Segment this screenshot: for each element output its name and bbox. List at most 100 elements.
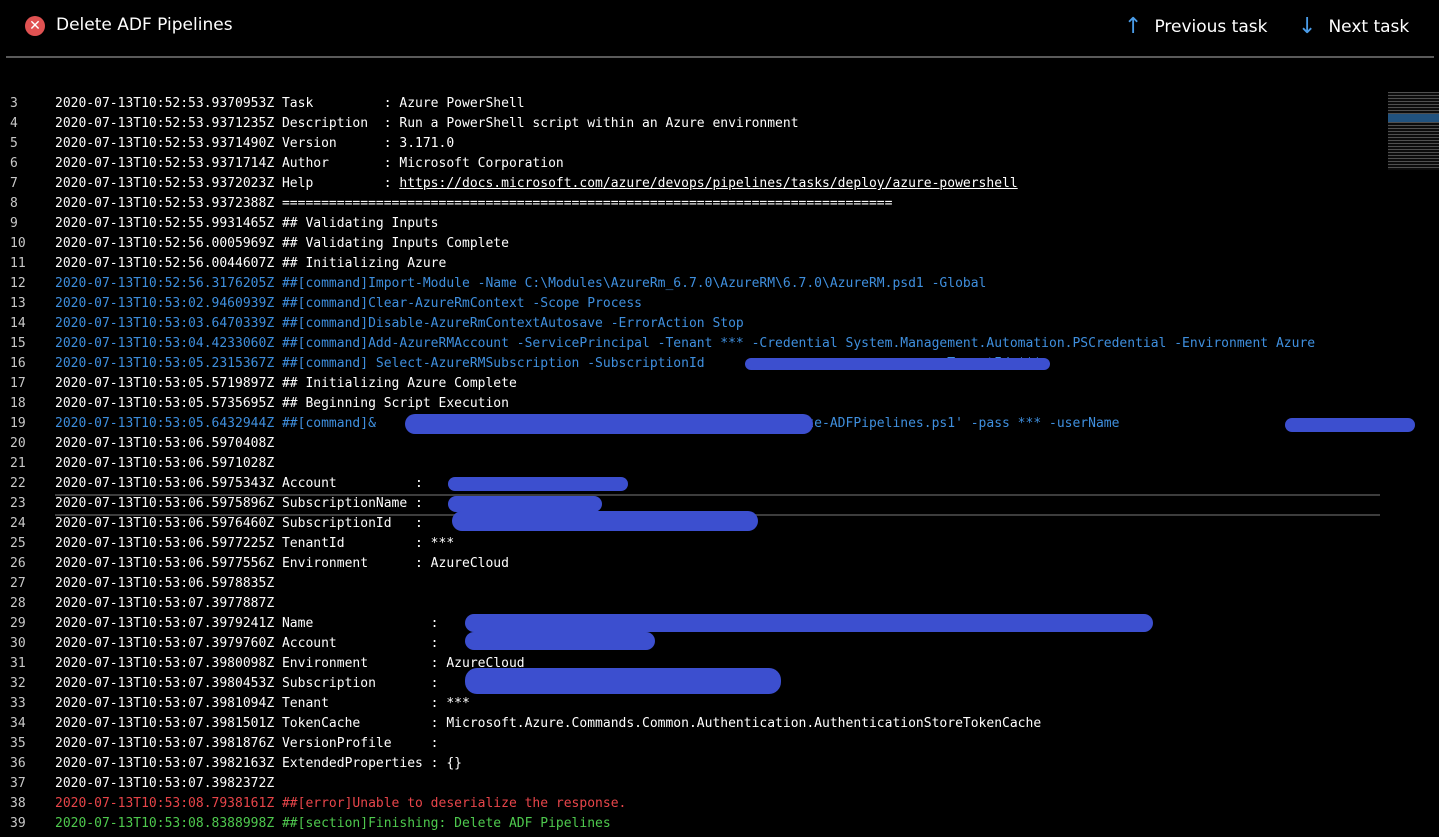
log-line[interactable]: 35 2020-07-13T10:53:07.3981876Z VersionPr…	[0, 734, 1380, 754]
log-line[interactable]: 13 2020-07-13T10:53:02.9460939Z ##[comman…	[0, 294, 1380, 314]
log-line[interactable]: 37 2020-07-13T10:53:07.3982372Z	[0, 774, 1380, 794]
log-text: 2020-07-13T10:53:06.5978835Z	[55, 576, 275, 591]
task-title: Delete ADF Pipelines	[56, 15, 233, 35]
log-line[interactable]: 6 2020-07-13T10:52:53.9371714Z Author : M…	[0, 154, 1380, 174]
line-number: 24	[10, 516, 26, 531]
log-line[interactable]: 30 2020-07-13T10:53:07.3979760Z Account :	[0, 634, 1380, 654]
line-number: 20	[10, 436, 26, 451]
line-number: 3	[10, 96, 18, 111]
line-number: 28	[10, 596, 26, 611]
log-line[interactable]: 33 2020-07-13T10:53:07.3981094Z Tenant : …	[0, 694, 1380, 714]
log-line[interactable]: 17 2020-07-13T10:53:05.5719897Z ## Initia…	[0, 374, 1380, 394]
log-line[interactable]: 22 2020-07-13T10:53:06.5975343Z Account :	[0, 474, 1380, 494]
log-text: 2020-07-13T10:53:07.3982372Z	[55, 776, 275, 791]
line-number: 26	[10, 556, 26, 571]
log-text: 2020-07-13T10:53:07.3981876Z VersionProf…	[55, 736, 439, 751]
header-divider	[6, 56, 1434, 58]
log-line[interactable]: 39 2020-07-13T10:53:08.8388998Z ##[sectio…	[0, 814, 1380, 834]
log-viewer[interactable]: 3 2020-07-13T10:52:53.9370953Z Task : Azu…	[0, 94, 1439, 837]
line-number: 29	[10, 616, 26, 631]
line-number: 30	[10, 636, 26, 651]
line-number: 17	[10, 376, 26, 391]
arrow-down-icon: ↓	[1298, 14, 1317, 39]
line-number: 12	[10, 276, 26, 291]
log-text: 2020-07-13T10:53:07.3982163Z ExtendedPro…	[55, 756, 462, 771]
log-line[interactable]: 7 2020-07-13T10:52:53.9372023Z Help : htt…	[0, 174, 1380, 194]
line-number: 9	[10, 216, 18, 231]
log-line[interactable]: 9 2020-07-13T10:52:55.9931465Z ## Validat…	[0, 214, 1380, 234]
log-minimap[interactable]	[1388, 92, 1439, 170]
line-number: 31	[10, 656, 26, 671]
line-number: 38	[10, 796, 26, 811]
log-line[interactable]: 15 2020-07-13T10:53:04.4233060Z ##[comman…	[0, 334, 1380, 354]
log-text: 2020-07-13T10:53:07.3980453Z Subscriptio…	[55, 676, 439, 691]
log-line[interactable]: 20 2020-07-13T10:53:06.5970408Z	[0, 434, 1380, 454]
log-line[interactable]: 16 2020-07-13T10:53:05.2315367Z ##[comman…	[0, 354, 1380, 374]
previous-task-label: Previous task	[1154, 17, 1268, 37]
log-text: 2020-07-13T10:53:03.6470339Z ##[command]…	[55, 316, 744, 331]
log-text: 2020-07-13T10:53:06.5971028Z	[55, 456, 275, 471]
redaction-mark	[1285, 418, 1415, 432]
log-line[interactable]: 34 2020-07-13T10:53:07.3981501Z TokenCach…	[0, 714, 1380, 734]
log-line[interactable]: 36 2020-07-13T10:53:07.3982163Z ExtendedP…	[0, 754, 1380, 774]
minimap-viewport[interactable]	[1388, 114, 1439, 122]
log-text: 2020-07-13T10:53:04.4233060Z ##[command]…	[55, 336, 1316, 351]
log-text: 2020-07-13T10:53:05.5735695Z ## Beginnin…	[55, 396, 509, 411]
log-text: 2020-07-13T10:53:07.3981094Z Tenant : **…	[55, 696, 470, 711]
log-line[interactable]: 27 2020-07-13T10:53:06.5978835Z	[0, 574, 1380, 594]
log-text: 2020-07-13T10:53:06.5976460Z Subscriptio…	[55, 516, 423, 531]
arrow-up-icon: ↑	[1124, 14, 1143, 39]
log-line[interactable]: 4 2020-07-13T10:52:53.9371235Z Descriptio…	[0, 114, 1380, 134]
log-line[interactable]: 28 2020-07-13T10:53:07.3977887Z	[0, 594, 1380, 614]
log-line[interactable]: 26 2020-07-13T10:53:06.5977556Z Environme…	[0, 554, 1380, 574]
line-number: 15	[10, 336, 26, 351]
redaction-mark	[452, 511, 758, 531]
redaction-mark	[448, 477, 628, 491]
log-text: 2020-07-13T10:53:06.5970408Z	[55, 436, 275, 451]
log-text: 2020-07-13T10:53:07.3977887Z	[55, 596, 275, 611]
redaction-mark	[465, 614, 1153, 632]
line-number: 10	[10, 236, 26, 251]
log-line[interactable]: 38 2020-07-13T10:53:08.7938161Z ##[error]…	[0, 794, 1380, 814]
line-number: 33	[10, 696, 26, 711]
line-number: 16	[10, 356, 26, 371]
failed-status-icon: ✕	[25, 16, 45, 36]
log-line[interactable]: 21 2020-07-13T10:53:06.5971028Z	[0, 454, 1380, 474]
line-number: 11	[10, 256, 26, 271]
log-text: 2020-07-13T10:53:07.3981501Z TokenCache …	[55, 716, 1042, 731]
log-line[interactable]: 5 2020-07-13T10:52:53.9371490Z Version : …	[0, 134, 1380, 154]
line-number: 7	[10, 176, 18, 191]
log-text: 2020-07-13T10:52:53.9372388Z ===========…	[55, 196, 893, 211]
log-text: 2020-07-13T10:53:07.3979241Z Name :	[55, 616, 439, 631]
log-text: 2020-07-13T10:52:53.9370953Z Task : Azur…	[55, 96, 525, 111]
help-link[interactable]: https://docs.microsoft.com/azure/devops/…	[399, 176, 1017, 191]
redaction-mark	[448, 496, 602, 512]
log-text: 2020-07-13T10:52:53.9372023Z Help : http…	[55, 176, 1018, 191]
line-number: 4	[10, 116, 18, 131]
log-line[interactable]: 3 2020-07-13T10:52:53.9370953Z Task : Azu…	[0, 94, 1380, 114]
log-text: 2020-07-13T10:52:53.9371714Z Author : Mi…	[55, 156, 564, 171]
log-line[interactable]: 14 2020-07-13T10:53:03.6470339Z ##[comman…	[0, 314, 1380, 334]
line-number: 23	[10, 496, 26, 511]
redaction-mark	[745, 358, 1050, 370]
log-line[interactable]: 12 2020-07-13T10:52:56.3176205Z ##[comman…	[0, 274, 1380, 294]
log-line[interactable]: 8 2020-07-13T10:52:53.9372388Z ==========…	[0, 194, 1380, 214]
next-task-label: Next task	[1328, 17, 1410, 37]
line-number: 13	[10, 296, 26, 311]
line-number: 25	[10, 536, 26, 551]
log-line[interactable]: 10 2020-07-13T10:52:56.0005969Z ## Valida…	[0, 234, 1380, 254]
log-line[interactable]: 25 2020-07-13T10:53:06.5977225Z TenantId …	[0, 534, 1380, 554]
log-text: 2020-07-13T10:53:07.3980098Z Environment…	[55, 656, 525, 671]
log-line[interactable]: 11 2020-07-13T10:52:56.0044607Z ## Initia…	[0, 254, 1380, 274]
line-number: 32	[10, 676, 26, 691]
line-number: 8	[10, 196, 18, 211]
log-text: 2020-07-13T10:52:56.3176205Z ##[command]…	[55, 276, 987, 291]
previous-task-button[interactable]: ↑ Previous task	[1124, 12, 1267, 42]
line-number: 14	[10, 316, 26, 331]
line-number: 37	[10, 776, 26, 791]
log-line[interactable]: 18 2020-07-13T10:53:05.5735695Z ## Beginn…	[0, 394, 1380, 414]
line-number: 27	[10, 576, 26, 591]
line-number: 22	[10, 476, 26, 491]
line-number: 21	[10, 456, 26, 471]
next-task-button[interactable]: ↓ Next task	[1298, 12, 1409, 42]
